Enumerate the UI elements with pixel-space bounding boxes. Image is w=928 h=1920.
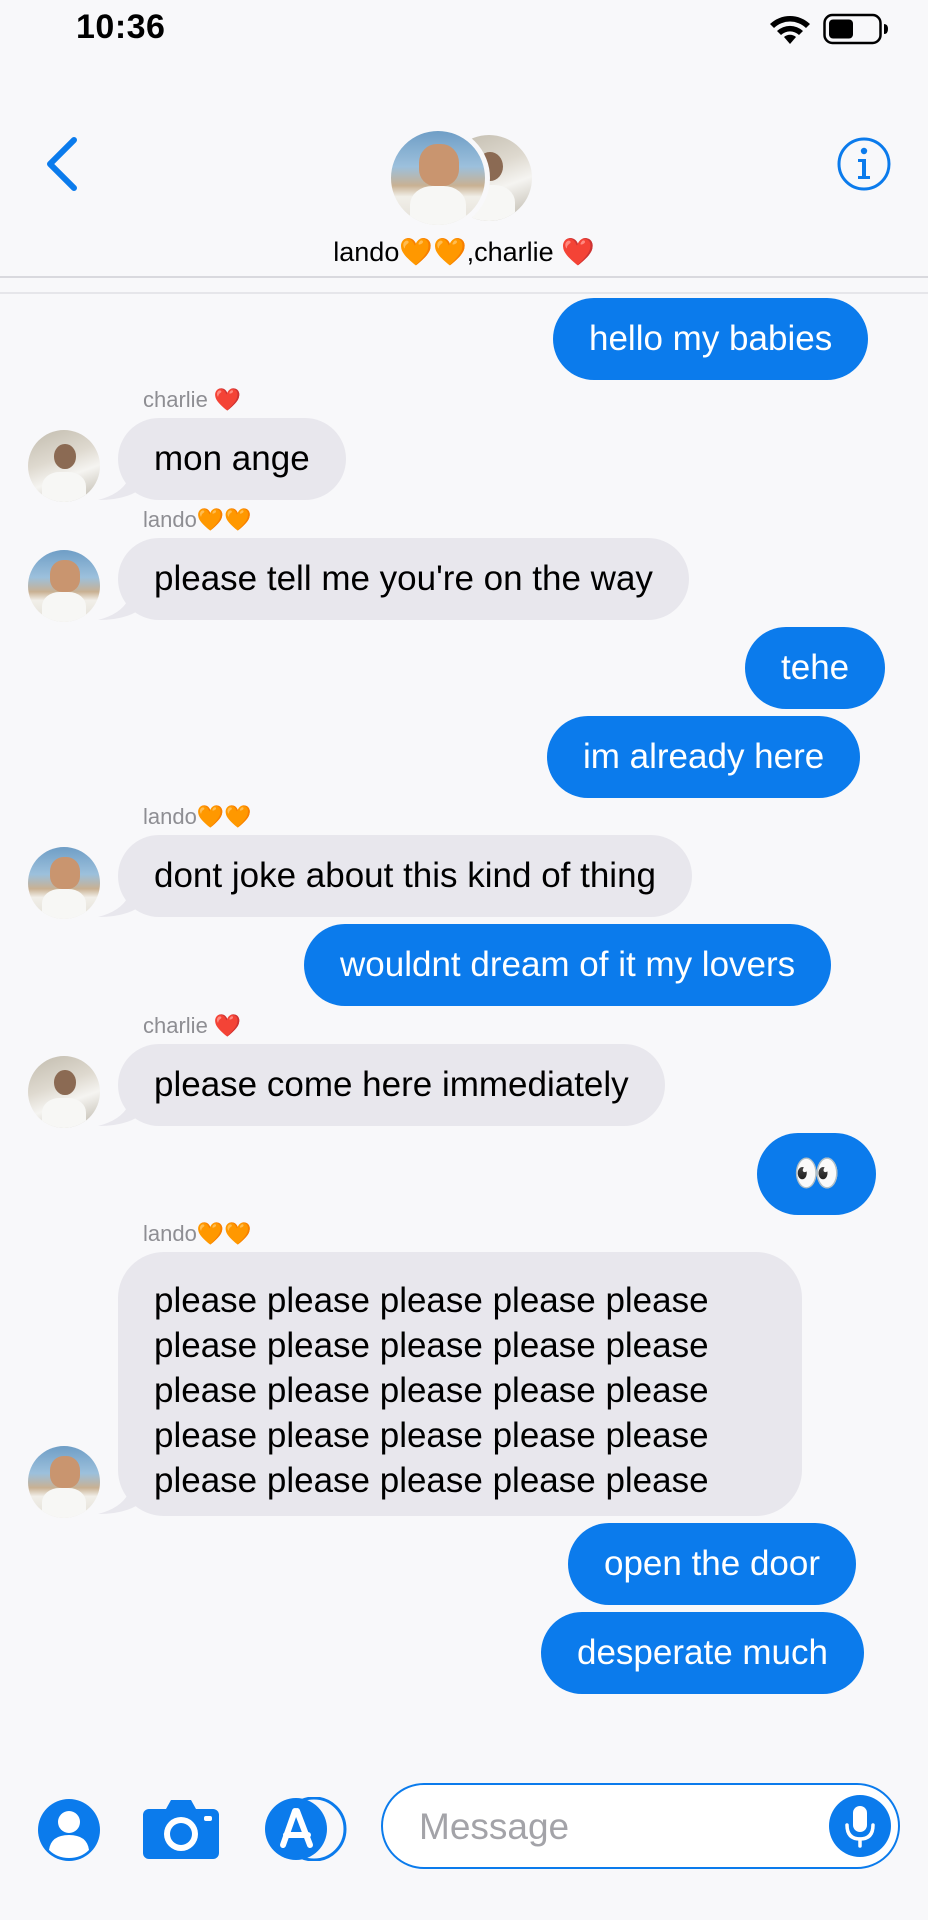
incoming-message[interactable]: please come here immediately [118,1044,665,1126]
avatar-shirt [42,1487,86,1518]
avatar-shirt [42,1097,86,1128]
avatar-shirt [409,185,467,225]
bubble-tail [98,1480,136,1514]
incoming-message[interactable]: please please please please please pleas… [118,1252,802,1516]
outgoing-message[interactable]: tehe [745,627,886,709]
bubble-tail [98,586,136,620]
avatar-hand [49,857,80,889]
group-name[interactable]: lando🧡🧡,charlie ❤️ [0,236,928,268]
outgoing-message[interactable]: desperate much [541,1612,864,1694]
status-time: 10:36 [76,8,166,46]
microphone-icon[interactable] [828,1794,892,1858]
sender-name: lando🧡🧡 [143,804,252,829]
bubble-tail [98,883,136,917]
bubble-tail [98,1092,136,1126]
lando-avatar[interactable] [28,550,100,622]
conversation-header: lando🧡🧡,charlie ❤️ [0,60,928,280]
avatar-face [53,1070,76,1095]
avatar-face [53,444,76,469]
outgoing-message[interactable]: hello my babies [553,298,869,380]
avatar-shirt [42,471,86,502]
avatar-hand [419,144,459,186]
header-divider [0,292,928,294]
incoming-message[interactable]: dont joke about this kind of thing [118,835,693,917]
message-field[interactable] [381,1783,900,1869]
wifi-icon [770,16,810,44]
header-divider [0,276,928,278]
bubble-tail [98,466,136,500]
message-input[interactable] [419,1803,799,1851]
avatar-shirt [42,591,86,622]
sender-name: lando🧡🧡 [143,1221,252,1246]
outgoing-message[interactable]: open the door [568,1523,857,1605]
messages-app: 10:36 lando🧡🧡,charlie ❤️ hello my babies… [0,0,928,1920]
avatar-shirt [42,888,86,919]
lando-avatar[interactable] [28,847,100,919]
charlie-avatar[interactable] [28,1056,100,1128]
lando-avatar[interactable] [28,1446,100,1518]
incoming-message[interactable]: please tell me you're on the way [118,538,689,620]
incoming-message[interactable]: mon ange [118,418,346,500]
avatar-hand [49,560,80,592]
sender-name: charlie ❤️ [143,387,242,412]
sender-name: charlie ❤️ [143,1013,242,1038]
outgoing-message[interactable]: 👀 [757,1133,877,1215]
app-store-icon[interactable] [264,1797,348,1861]
group-avatars[interactable] [386,126,542,230]
outgoing-message[interactable]: im already here [547,716,861,798]
composer-bar [0,1764,928,1920]
lando-avatar [386,126,490,230]
avatar-hand [49,1456,80,1488]
contact-icon[interactable] [37,1798,101,1862]
charlie-avatar[interactable] [28,430,100,502]
back-chevron-icon[interactable] [36,132,86,196]
outgoing-message[interactable]: wouldnt dream of it my lovers [304,924,832,1006]
battery-icon [823,13,888,45]
camera-icon[interactable] [142,1798,220,1860]
sender-name: lando🧡🧡 [143,507,252,532]
status-bar: 10:36 [0,0,928,60]
info-icon[interactable] [836,136,892,192]
